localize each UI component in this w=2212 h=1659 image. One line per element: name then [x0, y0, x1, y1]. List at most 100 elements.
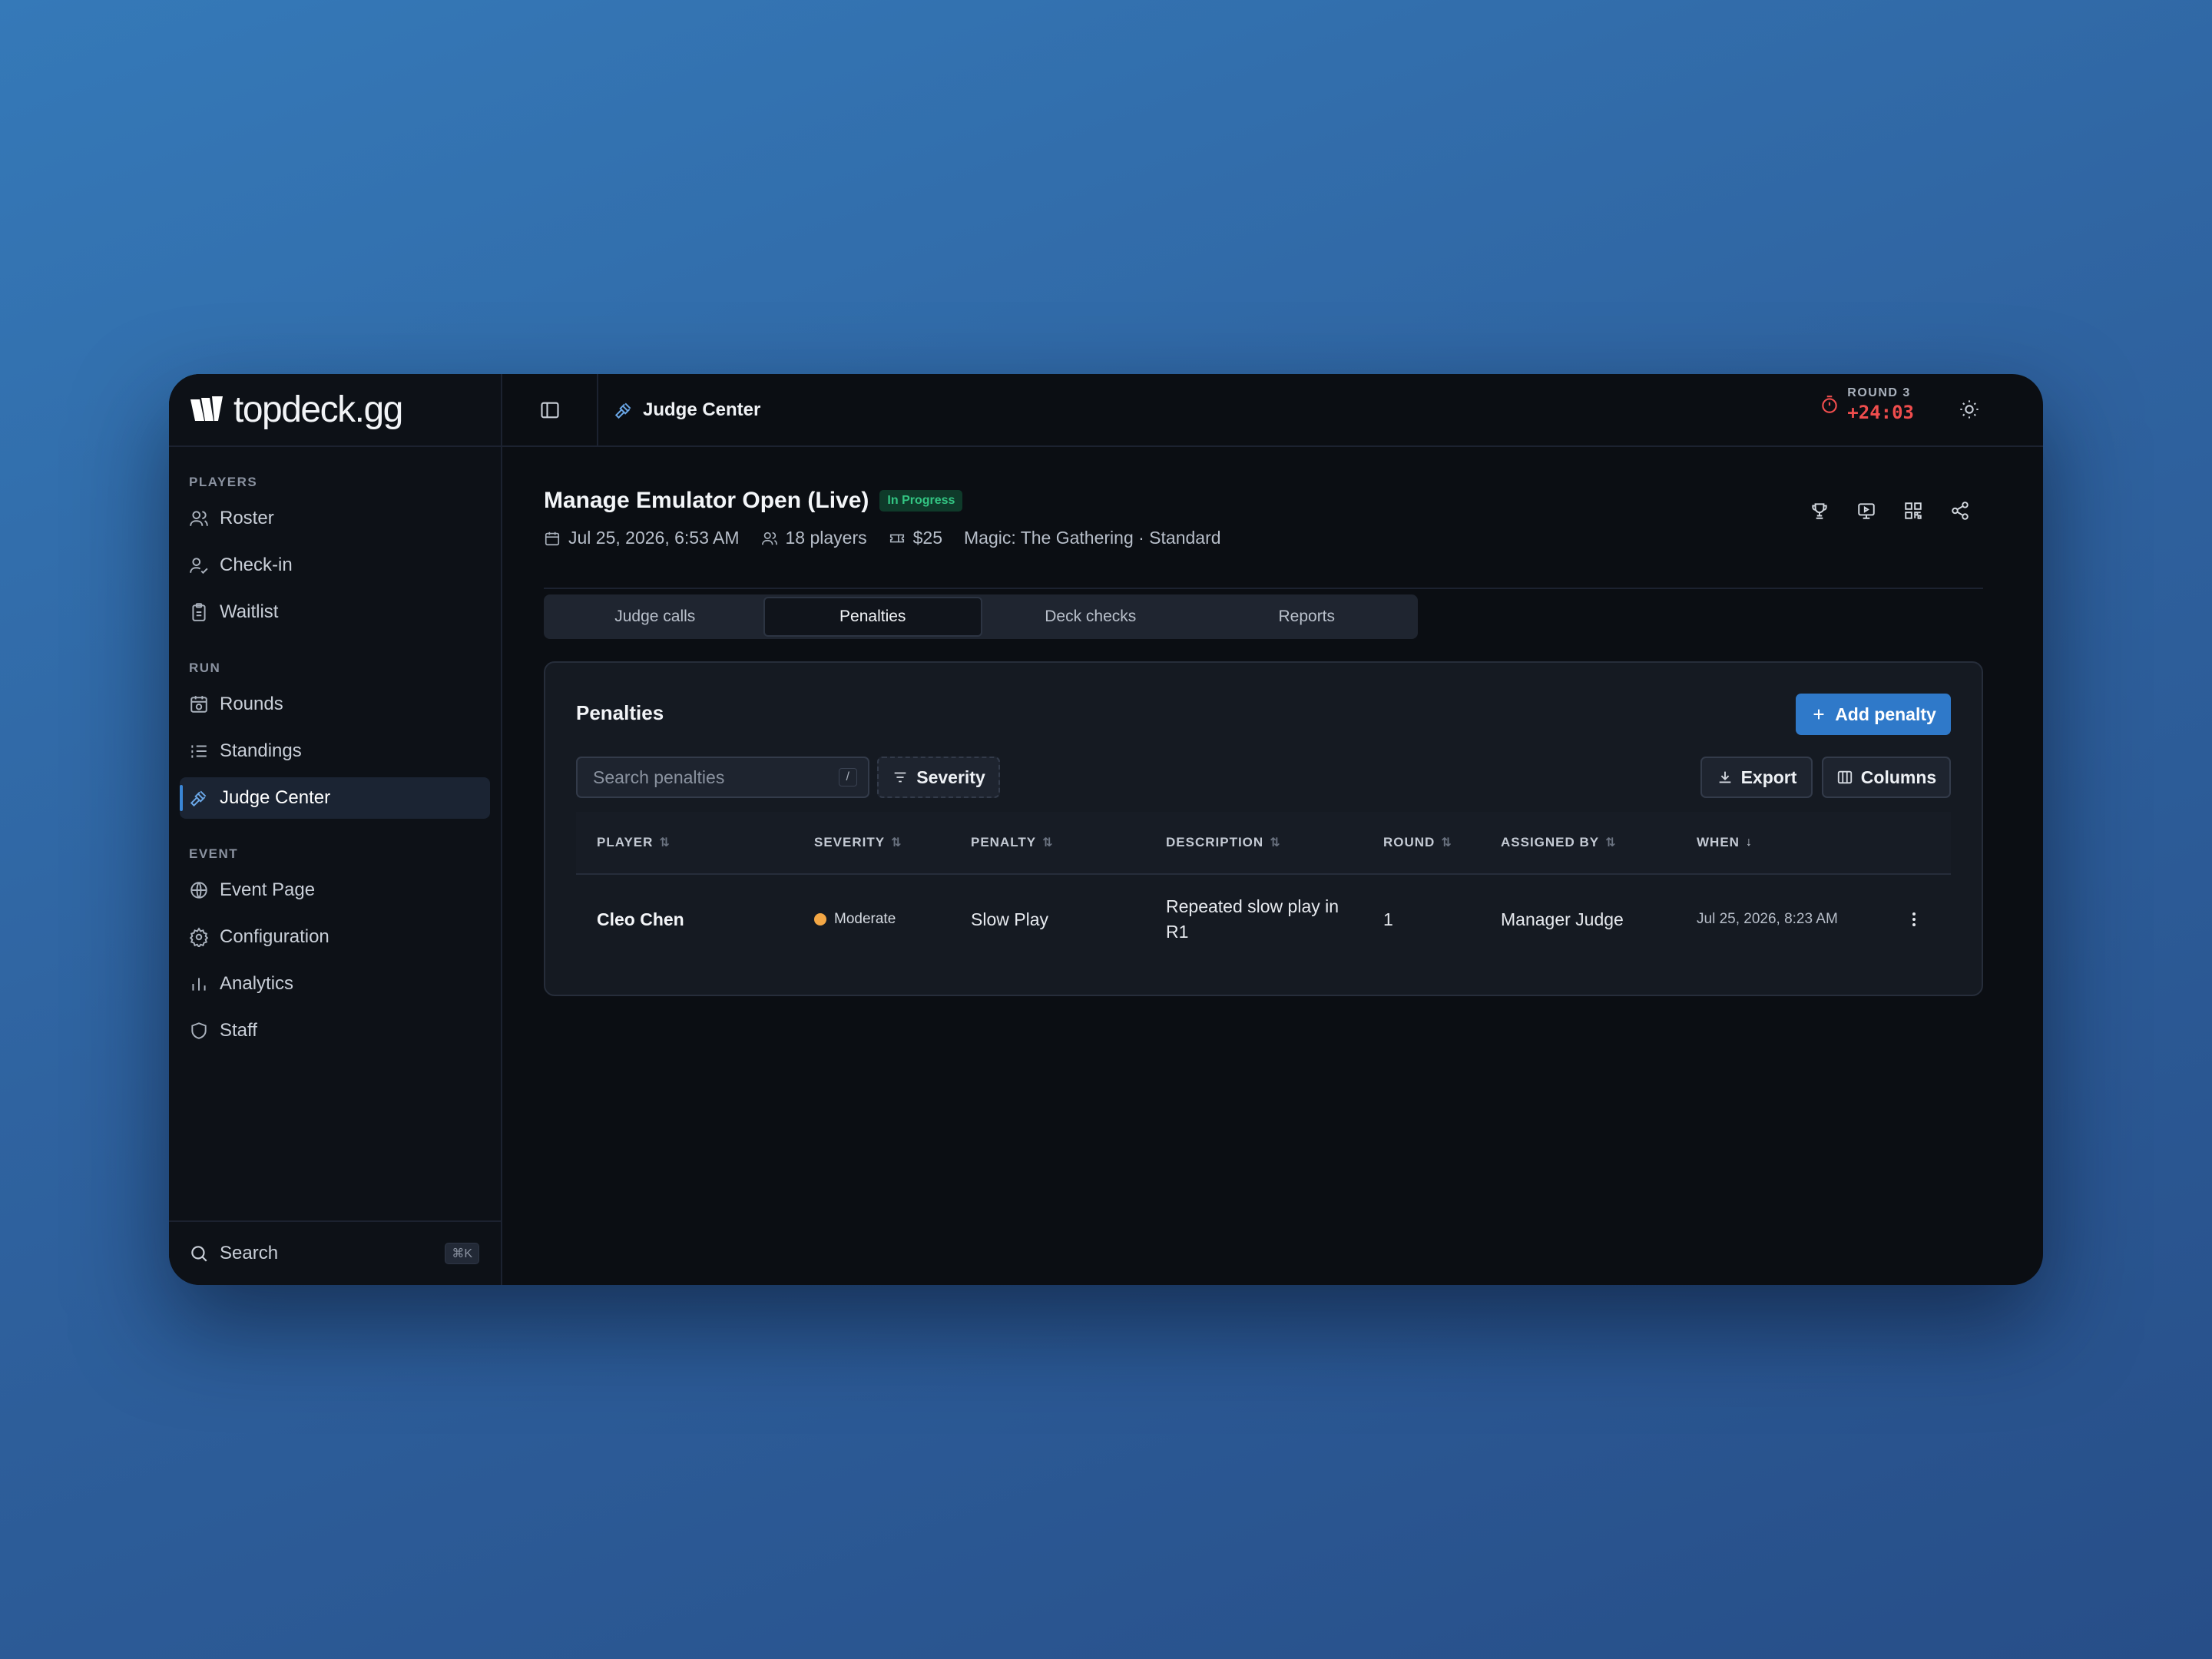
- tab-bar: Judge calls Penalties Deck checks Report…: [544, 594, 1418, 639]
- table-header: PLAYER ⇅ SEVERITY ⇅ PENALTY ⇅ DESCRIPTION ⇅ …: [576, 812, 1951, 875]
- page-title: Judge Center: [614, 399, 760, 421]
- filter-icon: [892, 769, 909, 786]
- search-label: Search: [220, 1243, 279, 1263]
- present-button[interactable]: [1843, 488, 1889, 534]
- row-menu-button[interactable]: [1899, 904, 1929, 935]
- sort-desc-icon: ↓: [1745, 836, 1753, 849]
- cell-when: Jul 25, 2026, 8:23 AM: [1697, 875, 1843, 964]
- event-format: Magic: The Gathering · Standard: [964, 528, 1221, 548]
- columns-icon: [1836, 769, 1853, 786]
- column-header-player[interactable]: PLAYER ⇅: [597, 835, 671, 850]
- add-penalty-button[interactable]: Add penalty: [1796, 694, 1951, 735]
- nav-section-event: EVENT Event Page Configuration Analytics: [169, 839, 501, 1051]
- severity-filter-button[interactable]: Severity: [877, 757, 1000, 798]
- sidebar-item-rounds[interactable]: Rounds: [180, 684, 490, 725]
- plus-icon: [1810, 706, 1827, 723]
- sidebar-item-standings[interactable]: Standings: [180, 730, 490, 772]
- users-icon: [761, 530, 778, 547]
- trophy-icon: [1812, 503, 1827, 519]
- sidebar-item-label: Waitlist: [220, 601, 279, 622]
- severity-filter-label: Severity: [916, 767, 985, 787]
- columns-button[interactable]: Columns: [1822, 757, 1951, 798]
- columns-label: Columns: [1860, 767, 1937, 787]
- event-fee: $25: [889, 528, 942, 548]
- event-title: Manage Emulator Open (Live): [544, 488, 869, 513]
- sort-icon: ⇅: [1270, 836, 1281, 849]
- sidebar-item-judge-center[interactable]: Judge Center: [180, 777, 490, 819]
- table-row[interactable]: Cleo Chen Moderate Slow Play Repeated sl…: [576, 875, 1951, 964]
- event-actions: [1796, 488, 1983, 534]
- calendar-clock-icon: [189, 694, 209, 714]
- sidebar-item-analytics[interactable]: Analytics: [180, 963, 490, 1005]
- page-title-text: Judge Center: [643, 399, 761, 420]
- sort-icon: ⇅: [1441, 836, 1452, 849]
- column-header-description[interactable]: DESCRIPTION ⇅: [1166, 835, 1281, 850]
- sidebar: topdeck.gg PLAYERS Roster Check-in Waitl…: [169, 374, 502, 1285]
- search-penalties[interactable]: /: [576, 757, 869, 798]
- globe-icon: [189, 880, 209, 900]
- column-header-when[interactable]: WHEN ↓: [1697, 835, 1753, 850]
- tab-reports[interactable]: Reports: [1199, 598, 1416, 635]
- nav-section-run: RUN Rounds Standings Judge Center: [169, 653, 501, 819]
- sidebar-search[interactable]: Search ⌘K: [169, 1220, 501, 1285]
- shortcut-badge: /: [838, 768, 857, 786]
- gavel-icon: [614, 400, 634, 420]
- tab-judge-calls[interactable]: Judge calls: [547, 598, 763, 635]
- qr-code-button[interactable]: [1890, 488, 1936, 534]
- app-window: topdeck.gg PLAYERS Roster Check-in Waitl…: [169, 374, 2043, 1285]
- sidebar-item-check-in[interactable]: Check-in: [180, 545, 490, 586]
- column-label: SEVERITY: [814, 835, 886, 849]
- tab-deck-checks[interactable]: Deck checks: [982, 598, 1199, 635]
- download-icon: [1717, 769, 1734, 786]
- list-ordered-icon: [189, 741, 209, 761]
- penalties-table: PLAYER ⇅ SEVERITY ⇅ PENALTY ⇅ DESCRIPTION ⇅ …: [576, 812, 1951, 964]
- sidebar-toggle-button[interactable]: [502, 374, 598, 445]
- sidebar-item-staff[interactable]: Staff: [180, 1010, 490, 1051]
- tab-penalties[interactable]: Penalties: [763, 597, 982, 637]
- sidebar-item-label: Analytics: [220, 973, 294, 994]
- gear-icon: [189, 927, 209, 947]
- round-label: ROUND 3: [1847, 386, 1911, 399]
- topbar: Judge Center ROUND 3 +24:03: [502, 374, 2043, 447]
- column-label: ASSIGNED BY: [1501, 835, 1600, 849]
- severity-dot: [814, 913, 826, 926]
- sidebar-item-label: Event Page: [220, 879, 316, 900]
- trophy-button[interactable]: [1796, 488, 1843, 534]
- export-button[interactable]: Export: [1700, 757, 1813, 798]
- panel-title: Penalties: [576, 701, 664, 724]
- cell-player: Cleo Chen: [597, 909, 684, 929]
- round-timer[interactable]: ROUND 3 +24:03: [1820, 386, 1914, 423]
- brand[interactable]: topdeck.gg: [169, 374, 501, 447]
- column-header-round[interactable]: ROUND ⇅: [1383, 835, 1452, 850]
- description-text: Repeated slow play in R1: [1166, 896, 1339, 942]
- sun-icon: [1960, 400, 1979, 419]
- event-date-text: Jul 25, 2026, 6:53 AM: [568, 528, 740, 548]
- penalties-panel: Penalties Add penalty / Severity: [544, 661, 1983, 996]
- event-meta: Jul 25, 2026, 6:53 AM 18 players $25 Mag…: [544, 528, 1983, 548]
- column-label: PENALTY: [971, 835, 1037, 849]
- share-icon: [1952, 502, 1969, 520]
- ticket-icon: [889, 530, 906, 547]
- brand-name: topdeck.gg: [233, 389, 403, 430]
- search-icon: [189, 1243, 209, 1263]
- sidebar-item-waitlist[interactable]: Waitlist: [180, 591, 490, 633]
- column-header-severity[interactable]: SEVERITY ⇅: [814, 835, 902, 850]
- search-input[interactable]: [593, 767, 839, 788]
- theme-toggle-button[interactable]: [1959, 399, 1980, 424]
- event-players: 18 players: [761, 528, 867, 548]
- sidebar-item-event-page[interactable]: Event Page: [180, 869, 490, 911]
- column-label: ROUND: [1383, 835, 1435, 849]
- round-time: +24:03: [1847, 402, 1914, 423]
- panel-left-icon: [540, 402, 559, 418]
- share-button[interactable]: [1937, 488, 1983, 534]
- column-header-assigned-by[interactable]: ASSIGNED BY ⇅: [1501, 835, 1617, 850]
- sidebar-item-label: Rounds: [220, 694, 283, 714]
- when-text: Jul 25, 2026, 8:23 AM: [1697, 910, 1838, 927]
- sidebar-item-label: Judge Center: [220, 787, 331, 808]
- column-label: PLAYER: [597, 835, 654, 849]
- nav-heading: PLAYERS: [189, 475, 258, 489]
- sort-icon: ⇅: [1042, 836, 1054, 849]
- column-header-penalty[interactable]: PENALTY ⇅: [971, 835, 1053, 850]
- sidebar-item-roster[interactable]: Roster: [180, 498, 490, 539]
- sidebar-item-configuration[interactable]: Configuration: [180, 916, 490, 958]
